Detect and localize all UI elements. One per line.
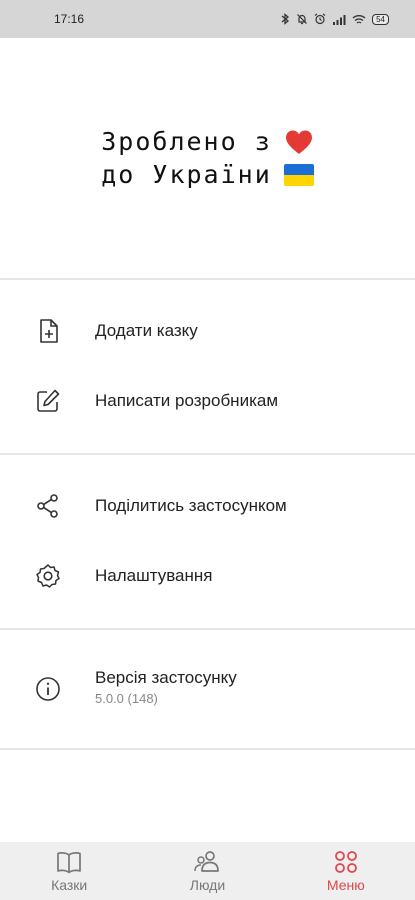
heart-icon bbox=[285, 130, 312, 154]
wifi-icon bbox=[352, 14, 366, 24]
bottom-navigation: Казки Люди Меню bbox=[0, 842, 415, 900]
menu-label-add-tale: Додати казку bbox=[95, 321, 198, 340]
menu-item-settings[interactable]: Налаштування bbox=[0, 545, 415, 607]
menu-label-settings: Налаштування bbox=[95, 566, 213, 585]
menu-item-write-developers[interactable]: Написати розробникам bbox=[0, 370, 415, 432]
menu-item-add-tale[interactable]: Додати казку bbox=[0, 300, 415, 362]
ukraine-flag-icon bbox=[283, 163, 314, 186]
status-icons: 54 bbox=[280, 13, 389, 25]
hero-line-1: Зроблено з bbox=[101, 125, 314, 158]
info-icon bbox=[34, 675, 62, 703]
menu-item-share-app[interactable]: Поділитись застосунком bbox=[0, 475, 415, 537]
people-icon bbox=[194, 851, 220, 872]
divider bbox=[0, 278, 415, 280]
hero-line-2: до України bbox=[101, 158, 314, 191]
nav-label-menu: Меню bbox=[326, 877, 365, 893]
alarm-icon bbox=[314, 13, 326, 25]
divider bbox=[0, 628, 415, 630]
nav-item-tales[interactable]: Казки bbox=[0, 842, 138, 900]
divider bbox=[0, 748, 415, 750]
version-value: 5.0.0 (148) bbox=[95, 691, 158, 706]
gear-icon bbox=[34, 562, 62, 590]
nav-item-people[interactable]: Люди bbox=[138, 842, 276, 900]
divider bbox=[0, 453, 415, 455]
status-bar: 17:16 54 bbox=[0, 0, 415, 38]
version-block: Версія застосунку 5.0.0 (148) bbox=[95, 668, 237, 706]
bluetooth-icon bbox=[281, 13, 290, 25]
menu-label-write-developers: Написати розробникам bbox=[95, 391, 279, 410]
hero-text-2: до України bbox=[101, 160, 272, 189]
nav-label-tales: Казки bbox=[51, 877, 88, 893]
menu-label-share-app: Поділитись застосунком bbox=[95, 496, 287, 515]
battery-indicator: 54 bbox=[372, 13, 389, 25]
version-title: Версія застосунку bbox=[95, 668, 237, 687]
add-file-icon bbox=[34, 317, 62, 345]
edit-icon bbox=[34, 387, 62, 415]
book-icon bbox=[57, 852, 82, 874]
hero-text-1: Зроблено з bbox=[101, 127, 272, 156]
hero-banner: Зроблено з до України bbox=[0, 38, 415, 278]
menu-grid-icon bbox=[334, 851, 357, 873]
nav-item-menu[interactable]: Меню bbox=[277, 842, 415, 900]
share-icon bbox=[34, 492, 62, 520]
signal-icon bbox=[333, 14, 346, 25]
nav-label-people: Люди bbox=[189, 877, 226, 893]
status-time: 17:16 bbox=[54, 12, 85, 26]
mute-bell-icon bbox=[297, 14, 308, 25]
menu-item-version[interactable]: Версія застосунку 5.0.0 (148) bbox=[0, 656, 415, 722]
